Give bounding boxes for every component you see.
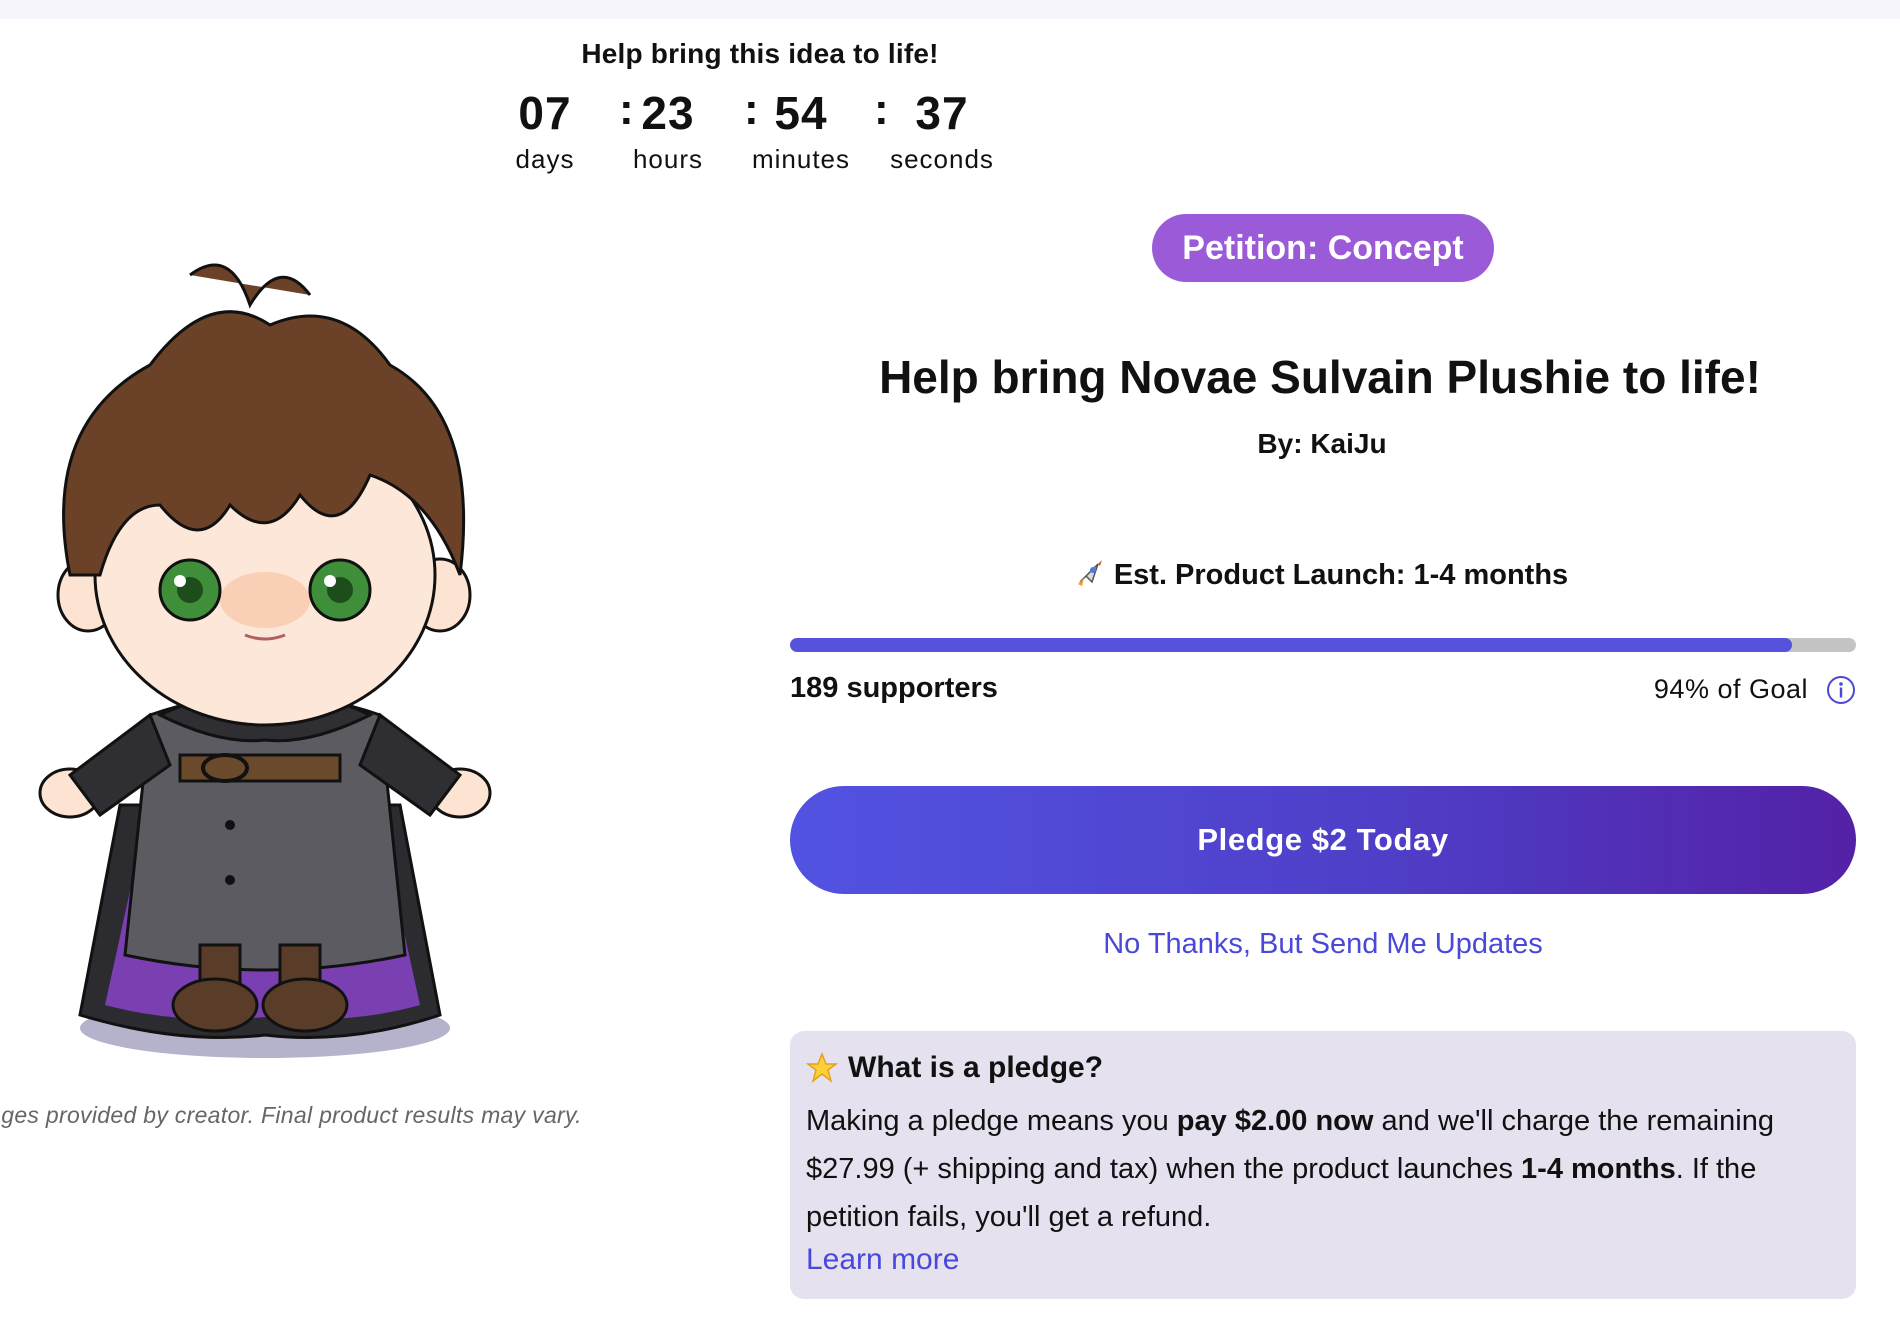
pledge-info-box: What is a pledge? Making a pledge means …	[790, 1031, 1856, 1299]
minutes-value: 54	[774, 87, 828, 139]
top-bar	[0, 0, 1900, 19]
supporters-count: 189 supporters	[790, 672, 998, 704]
seconds-value: 37	[915, 87, 969, 139]
page-title: Help bring Novae Sulvain Plushie to life…	[879, 351, 1761, 403]
rocket-icon	[1077, 560, 1102, 586]
countdown-minutes: 54 minutes	[741, 90, 861, 175]
product-image[interactable]	[10, 245, 510, 1075]
progress-fill	[790, 638, 1793, 652]
pledge-button[interactable]: Pledge $2 Today	[790, 786, 1856, 894]
star-icon	[806, 1052, 838, 1083]
seconds-label: seconds	[890, 144, 994, 174]
countdown-heading: Help bring this idea to life!	[581, 38, 939, 69]
petition-status-badge: Petition: Concept	[1152, 214, 1494, 282]
pledge-info-title: What is a pledge?	[806, 1051, 1103, 1085]
minutes-label: minutes	[751, 144, 851, 174]
send-updates-link[interactable]: No Thanks, But Send Me Updates	[1000, 928, 1646, 961]
countdown-seconds: 37 seconds	[882, 90, 1002, 175]
launch-estimate: Est. Product Launch: 1-4 months	[1040, 556, 1600, 592]
hours-value: 23	[641, 87, 695, 139]
progress-bar	[790, 638, 1856, 652]
learn-more-link[interactable]: Learn more	[806, 1243, 959, 1277]
pledge-info-text: Making a pledge means you pay $2.00 now …	[806, 1105, 1774, 1233]
countdown-days: 07 days	[485, 90, 605, 175]
image-disclaimer: Images provided by creator. Final produc…	[0, 1102, 582, 1128]
countdown-hours: 23 hours	[608, 90, 728, 175]
creator-name[interactable]: By: KaiJu	[1150, 428, 1494, 460]
info-icon[interactable]	[1826, 675, 1856, 705]
days-value: 07	[518, 87, 572, 139]
hours-label: hours	[632, 144, 704, 174]
goal-percentage: 94% of Goal	[1654, 674, 1856, 705]
days-label: days	[515, 144, 575, 174]
